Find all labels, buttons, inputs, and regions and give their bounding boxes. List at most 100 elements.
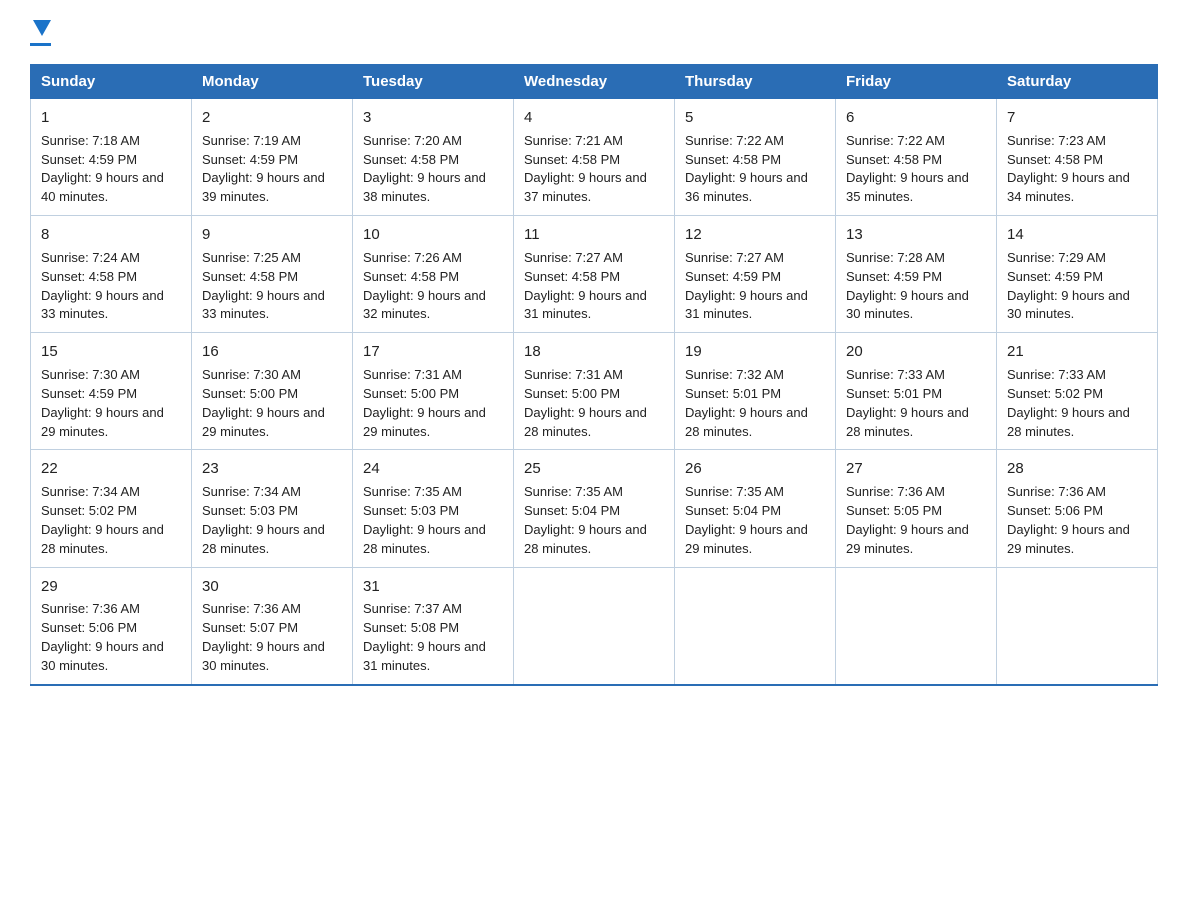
calendar-week-row: 29Sunrise: 7:36 AMSunset: 5:06 PMDayligh… bbox=[31, 567, 1158, 685]
sunset-line: Sunset: 5:03 PM bbox=[363, 503, 459, 518]
sunrise-line: Sunrise: 7:19 AM bbox=[202, 133, 301, 148]
calendar-day-6: 6Sunrise: 7:22 AMSunset: 4:58 PMDaylight… bbox=[836, 99, 997, 216]
day-number: 14 bbox=[1007, 224, 1147, 246]
sunset-line: Sunset: 5:00 PM bbox=[524, 386, 620, 401]
daylight-line: Daylight: 9 hours and 28 minutes. bbox=[1007, 405, 1130, 439]
calendar-week-row: 22 Sunrise: 7:34 AM Sunset: 5:02 PM Dayligh… bbox=[31, 450, 1158, 567]
sunrise-line: Sunrise: 7:23 AM bbox=[1007, 133, 1106, 148]
calendar-day-19: 19Sunrise: 7:32 AMSunset: 5:01 PMDayligh… bbox=[675, 333, 836, 450]
daylight-line: Daylight: 9 hours and 30 minutes. bbox=[202, 639, 325, 673]
daylight-line: Daylight: 9 hours and 28 minutes. bbox=[524, 405, 647, 439]
sunrise-line: Sunrise: 7:37 AM bbox=[363, 601, 462, 616]
page-header bbox=[30, 20, 1158, 46]
daylight-line: Daylight: 9 hours and 29 minutes. bbox=[846, 522, 969, 556]
day-number: 2 bbox=[202, 107, 342, 129]
daylight-line: Daylight: 9 hours and 31 minutes. bbox=[363, 639, 486, 673]
calendar-day-18: 18Sunrise: 7:31 AMSunset: 5:00 PMDayligh… bbox=[514, 333, 675, 450]
day-number: 4 bbox=[524, 107, 664, 129]
sunrise-line: Sunrise: 7:36 AM bbox=[41, 601, 140, 616]
sunrise-line: Sunrise: 7:25 AM bbox=[202, 250, 301, 265]
sunset-line: Sunset: 5:05 PM bbox=[846, 503, 942, 518]
calendar-day-12: 12Sunrise: 7:27 AMSunset: 4:59 PMDayligh… bbox=[675, 216, 836, 333]
sunset-line: Sunset: 4:58 PM bbox=[524, 152, 620, 167]
daylight-line: Daylight: 9 hours and 29 minutes. bbox=[202, 405, 325, 439]
calendar-day-1: 1 Sunrise: 7:18 AM Sunset: 4:59 PM Daylight… bbox=[31, 99, 192, 216]
sunset-line: Sunset: 5:04 PM bbox=[685, 503, 781, 518]
sunset-line: Sunset: 5:00 PM bbox=[202, 386, 298, 401]
daylight-line: Daylight: 9 hours and 40 minutes. bbox=[41, 170, 164, 204]
sunset-line: Sunset: 4:58 PM bbox=[41, 269, 137, 284]
sunset-line: Sunset: 4:58 PM bbox=[202, 269, 298, 284]
calendar-day-11: 11Sunrise: 7:27 AMSunset: 4:58 PMDayligh… bbox=[514, 216, 675, 333]
daylight-line: Daylight: 9 hours and 31 minutes. bbox=[524, 288, 647, 322]
sunrise-line: Sunrise: 7:30 AM bbox=[41, 367, 140, 382]
sunset-line: Sunset: 4:58 PM bbox=[363, 269, 459, 284]
sunrise-line: Sunrise: 7:28 AM bbox=[846, 250, 945, 265]
calendar-day-22: 22Sunrise: 7:34 AMSunset: 5:02 PMDayligh… bbox=[31, 450, 192, 567]
calendar-day-20: 20Sunrise: 7:33 AMSunset: 5:01 PMDayligh… bbox=[836, 333, 997, 450]
sunset-line: Sunset: 5:02 PM bbox=[41, 503, 137, 518]
calendar-day-16: 16 Sunrise: 7:30 AM Sunset: 5:00 PM Dayligh… bbox=[192, 333, 353, 450]
daylight-line: Daylight: 9 hours and 30 minutes. bbox=[41, 639, 164, 673]
sunrise-line: Sunrise: 7:24 AM bbox=[41, 250, 140, 265]
calendar-day-4: 4Sunrise: 7:21 AMSunset: 4:58 PMDaylight… bbox=[514, 99, 675, 216]
calendar-day-17: 17Sunrise: 7:31 AMSunset: 5:00 PMDayligh… bbox=[353, 333, 514, 450]
daylight-line: Daylight: 9 hours and 28 minutes. bbox=[685, 405, 808, 439]
daylight-line: Daylight: 9 hours and 29 minutes. bbox=[363, 405, 486, 439]
day-number: 16 bbox=[202, 341, 342, 363]
sunrise-line: Sunrise: 7:27 AM bbox=[685, 250, 784, 265]
day-number: 28 bbox=[1007, 458, 1147, 480]
day-number: 22 bbox=[41, 458, 181, 480]
daylight-line: Daylight: 9 hours and 33 minutes. bbox=[202, 288, 325, 322]
sunrise-line: Sunrise: 7:30 AM bbox=[202, 367, 301, 382]
daylight-line: Daylight: 9 hours and 32 minutes. bbox=[363, 288, 486, 322]
daylight-line: Daylight: 9 hours and 28 minutes. bbox=[846, 405, 969, 439]
col-header-saturday: Saturday bbox=[997, 65, 1158, 99]
day-number: 13 bbox=[846, 224, 986, 246]
daylight-line: Daylight: 9 hours and 29 minutes. bbox=[685, 522, 808, 556]
day-number: 6 bbox=[846, 107, 986, 129]
sunrise-line: Sunrise: 7:32 AM bbox=[685, 367, 784, 382]
calendar-day-31: 31Sunrise: 7:37 AMSunset: 5:08 PMDayligh… bbox=[353, 567, 514, 685]
sunset-line: Sunset: 4:59 PM bbox=[41, 386, 137, 401]
col-header-thursday: Thursday bbox=[675, 65, 836, 99]
sunset-line: Sunset: 4:59 PM bbox=[685, 269, 781, 284]
day-number: 5 bbox=[685, 107, 825, 129]
calendar-day-5: 5Sunrise: 7:22 AMSunset: 4:58 PMDaylight… bbox=[675, 99, 836, 216]
calendar-day-3: 3Sunrise: 7:20 AMSunset: 4:58 PMDaylight… bbox=[353, 99, 514, 216]
calendar-empty-cell bbox=[514, 567, 675, 685]
daylight-line: Daylight: 9 hours and 28 minutes. bbox=[363, 522, 486, 556]
sunrise-line: Sunrise: 7:18 AM bbox=[41, 133, 140, 148]
sunrise-line: Sunrise: 7:36 AM bbox=[202, 601, 301, 616]
sunrise-line: Sunrise: 7:34 AM bbox=[41, 484, 140, 499]
calendar-day-30: 30Sunrise: 7:36 AMSunset: 5:07 PMDayligh… bbox=[192, 567, 353, 685]
calendar-empty-cell bbox=[675, 567, 836, 685]
day-number: 26 bbox=[685, 458, 825, 480]
daylight-line: Daylight: 9 hours and 36 minutes. bbox=[685, 170, 808, 204]
calendar-empty-cell bbox=[836, 567, 997, 685]
sunset-line: Sunset: 5:06 PM bbox=[1007, 503, 1103, 518]
daylight-line: Daylight: 9 hours and 37 minutes. bbox=[524, 170, 647, 204]
calendar-day-27: 27 Sunrise: 7:36 AM Sunset: 5:05 PM Dayligh… bbox=[836, 450, 997, 567]
day-number: 21 bbox=[1007, 341, 1147, 363]
sunset-line: Sunset: 4:59 PM bbox=[41, 152, 137, 167]
daylight-line: Daylight: 9 hours and 28 minutes. bbox=[202, 522, 325, 556]
day-number: 31 bbox=[363, 576, 503, 598]
calendar-header-row: SundayMondayTuesdayWednesdayThursdayFrid… bbox=[31, 65, 1158, 99]
sunrise-line: Sunrise: 7:36 AM bbox=[846, 484, 945, 499]
sunrise-line: Sunrise: 7:26 AM bbox=[363, 250, 462, 265]
sunset-line: Sunset: 5:03 PM bbox=[202, 503, 298, 518]
daylight-line: Daylight: 9 hours and 34 minutes. bbox=[1007, 170, 1130, 204]
calendar-day-28: 28Sunrise: 7:36 AMSunset: 5:06 PMDayligh… bbox=[997, 450, 1158, 567]
day-number: 27 bbox=[846, 458, 986, 480]
day-number: 1 bbox=[41, 107, 181, 129]
sunset-line: Sunset: 4:58 PM bbox=[685, 152, 781, 167]
sunrise-line: Sunrise: 7:22 AM bbox=[846, 133, 945, 148]
calendar-week-row: 15Sunrise: 7:30 AMSunset: 4:59 PMDayligh… bbox=[31, 333, 1158, 450]
day-number: 3 bbox=[363, 107, 503, 129]
daylight-line: Daylight: 9 hours and 35 minutes. bbox=[846, 170, 969, 204]
col-header-wednesday: Wednesday bbox=[514, 65, 675, 99]
calendar-day-24: 24Sunrise: 7:35 AMSunset: 5:03 PMDayligh… bbox=[353, 450, 514, 567]
sunset-line: Sunset: 4:58 PM bbox=[363, 152, 459, 167]
day-number: 19 bbox=[685, 341, 825, 363]
